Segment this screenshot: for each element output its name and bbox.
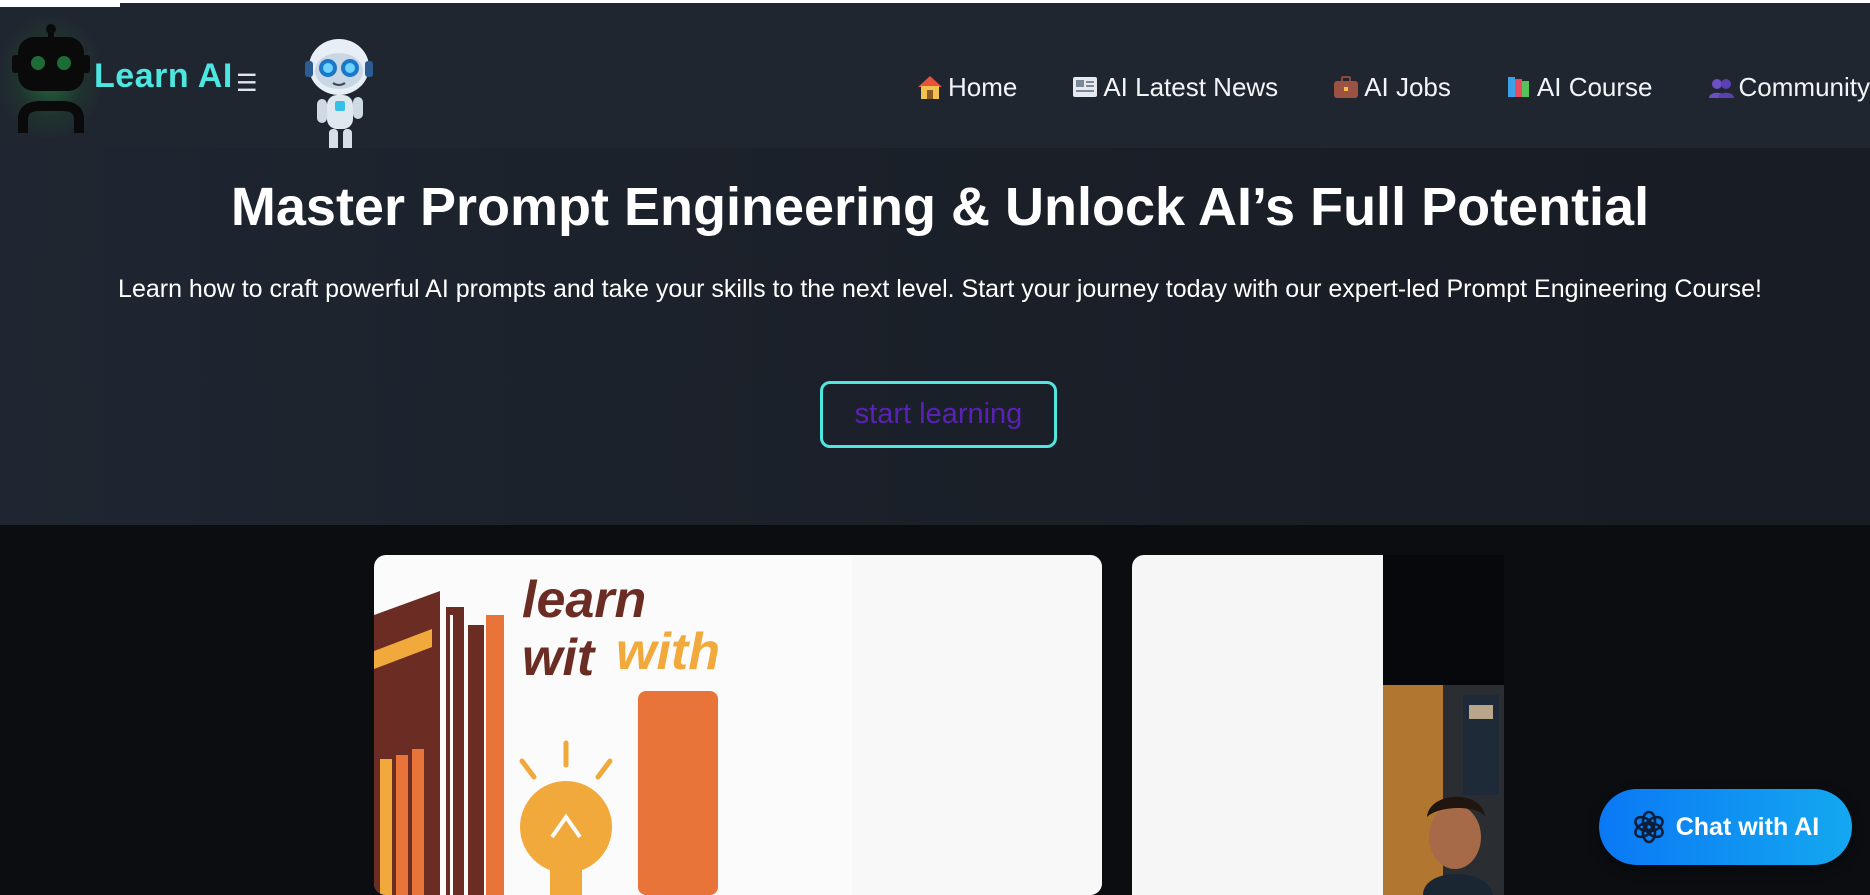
people-icon — [1708, 79, 1734, 98]
nav-item-home[interactable]: Home — [916, 72, 1017, 103]
person-at-computer-image — [1383, 555, 1504, 895]
course-card-1[interactable]: learn wit with — [374, 555, 1102, 895]
hero-subtitle: Learn how to craft powerful AI prompts a… — [118, 275, 1762, 303]
hamburger-menu-icon[interactable]: ☰ — [236, 69, 258, 98]
nav-label-ai-jobs: AI Jobs — [1364, 71, 1451, 102]
house-icon — [917, 76, 942, 99]
brand-name[interactable]: Learn AI — [94, 57, 233, 96]
nav-label-community: Community — [1738, 71, 1870, 102]
newspaper-icon — [1073, 77, 1098, 97]
nav-label-ai-course: AI Course — [1536, 71, 1653, 102]
art-text-learn: learn — [522, 571, 646, 629]
hero-title: Master Prompt Engineering & Unlock AI’s … — [230, 177, 1650, 237]
nav-label-ai-latest-news: AI Latest News — [1103, 71, 1279, 102]
course-card-2[interactable] — [1132, 555, 1504, 895]
robot-logo-icon[interactable] — [10, 21, 92, 133]
hero-section: Master Prompt Engineering & Unlock AI’s … — [0, 148, 1870, 525]
nav-item-ai-latest-news[interactable]: AI Latest News — [1071, 72, 1278, 103]
openai-logo-icon — [1633, 810, 1664, 844]
site-header: Learn AI ☰ Home AI Latest News AI Jobs A… — [0, 7, 1870, 165]
nav-item-ai-course[interactable]: AI Course — [1505, 72, 1653, 103]
chat-with-ai-label: Chat with AI — [1675, 812, 1820, 841]
nav-label-home: Home — [947, 71, 1018, 102]
top-edge-strip — [0, 0, 1870, 7]
learn-with-illustration: learn wit with — [374, 555, 1102, 895]
main-nav: Home AI Latest News AI Jobs AI Course Co… — [916, 65, 1870, 109]
briefcase-icon — [1334, 76, 1359, 98]
nav-item-community[interactable]: Community — [1707, 72, 1870, 103]
books-icon — [1507, 77, 1529, 97]
art-text-wit: wit — [522, 629, 597, 687]
start-learning-button[interactable]: start learning — [820, 381, 1057, 448]
art-text-with: with — [616, 623, 720, 681]
nav-item-ai-jobs[interactable]: AI Jobs — [1332, 72, 1451, 103]
chat-with-ai-button[interactable]: Chat with AI — [1599, 789, 1852, 865]
